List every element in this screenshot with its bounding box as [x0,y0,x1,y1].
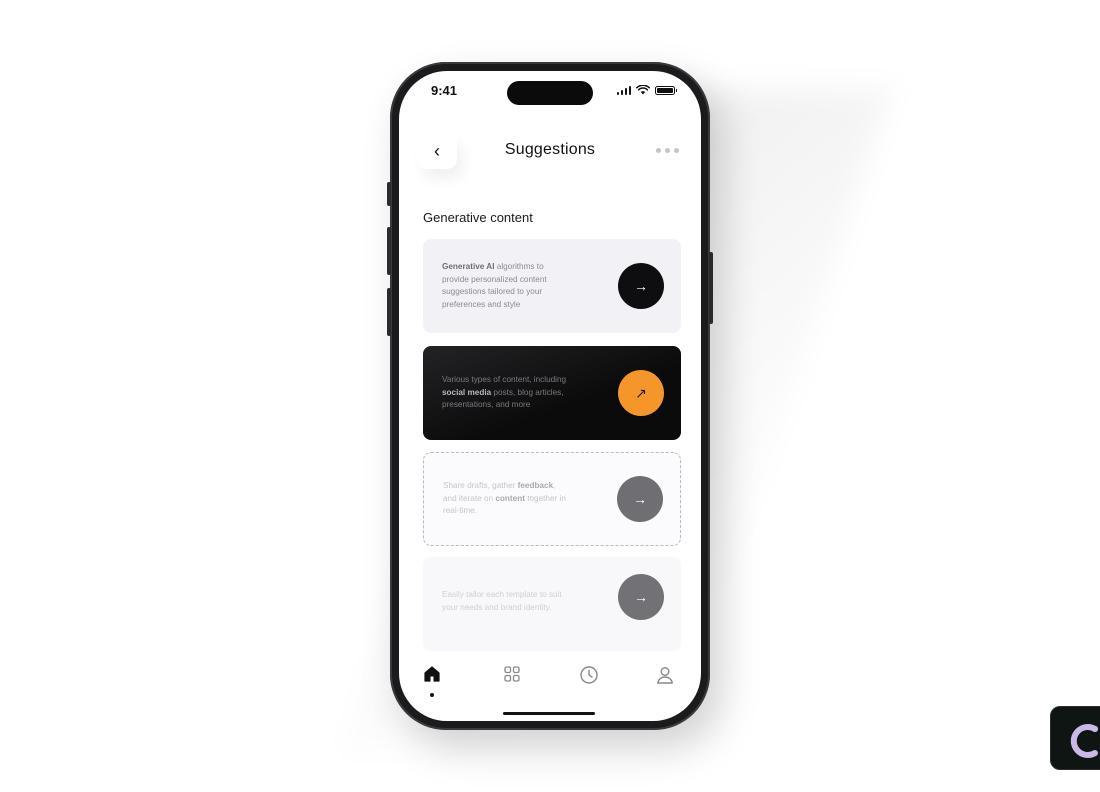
card-text-emphasis: social media [442,387,492,397]
card-description: Various types of content, including soci… [442,374,570,412]
volume-up-button [387,227,391,275]
phone-frame: 9:41 ‹ Suggestions Generative content Ge [387,62,713,730]
status-time: 9:41 [431,83,458,98]
app-logo-badge [1050,706,1100,770]
dynamic-island [507,81,593,105]
suggestion-card[interactable]: Share drafts, gather feedback, and itera… [423,452,681,546]
tab-profile[interactable] [645,665,685,705]
logo-icon [1070,724,1098,758]
suggestion-card[interactable]: Easily tailor each template to suit your… [423,557,681,651]
arrow-up-right-icon: ↗ [635,384,647,401]
more-options-button[interactable] [656,148,679,153]
tab-bar [399,665,701,705]
arrow-right-icon: → [634,589,648,605]
suggestion-card[interactable]: Various types of content, including soci… [423,346,681,440]
card-action-button[interactable]: → [618,263,664,309]
clock-icon [580,666,598,684]
status-icons [616,85,677,95]
battery-icon [655,85,677,95]
more-dots-icon [656,148,661,153]
signal-icon [616,85,631,95]
tab-history[interactable] [569,665,609,705]
home-icon [424,666,440,682]
active-tab-indicator [430,693,434,697]
volume-down-button [387,288,391,336]
card-description: Share drafts, gather feedback, and itera… [443,480,571,518]
card-text-emphasis: content [495,493,525,503]
card-action-button[interactable]: → [618,574,664,620]
tab-grid[interactable] [492,665,532,705]
card-action-button[interactable]: → [617,476,663,522]
card-description: Generative AI algorithms to provide pers… [442,261,570,311]
grid-icon [504,666,520,682]
card-text-segment: Easily tailor each template to suit your… [442,590,562,612]
section-title: Generative content [423,210,533,225]
card-action-button[interactable]: ↗ [618,370,664,416]
card-text-emphasis: Generative AI [442,261,495,271]
tab-home[interactable] [412,665,452,705]
power-button [709,252,713,324]
nav-header: ‹ Suggestions [399,133,701,173]
card-text-emphasis: feedback [517,481,554,491]
card-text-segment: Various types of content, including [442,375,567,385]
action-button [387,182,391,206]
suggestion-card[interactable]: Generative AI algorithms to provide pers… [423,239,681,333]
user-icon [657,667,673,684]
wifi-icon [636,85,650,95]
phone-screen: 9:41 ‹ Suggestions Generative content Ge [399,71,701,721]
arrow-right-icon: → [633,491,647,507]
card-description: Easily tailor each template to suit your… [442,589,570,614]
arrow-right-icon: → [634,278,648,294]
card-text-segment: Share drafts, gather [443,481,518,491]
home-indicator [503,712,595,715]
